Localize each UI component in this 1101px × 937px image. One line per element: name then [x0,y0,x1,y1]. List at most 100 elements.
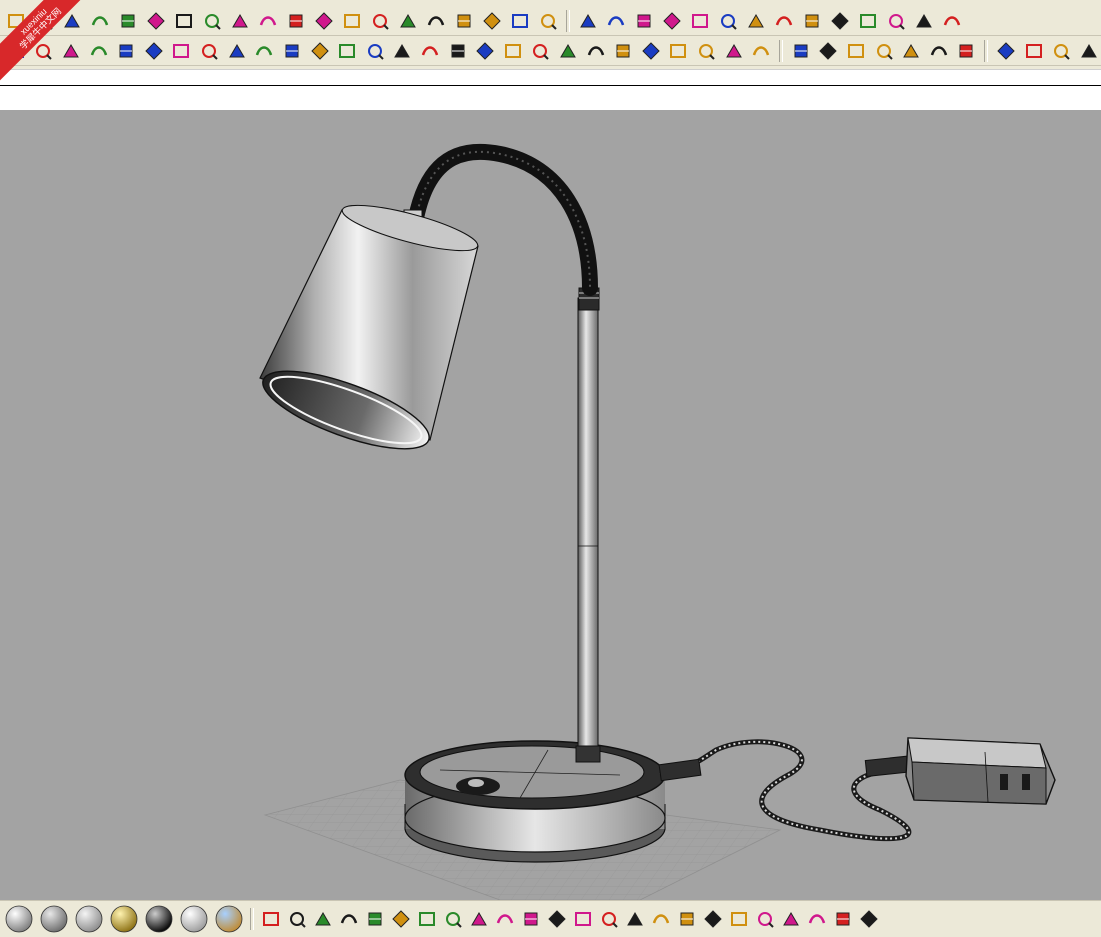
car-side-button[interactable] [660,9,684,33]
red-cylinder-button[interactable] [604,9,628,33]
chrome-material-button[interactable] [2,902,36,936]
cplane-button[interactable] [884,9,908,33]
red-dots-button[interactable] [648,906,674,932]
silver-material-button[interactable] [72,902,106,936]
gold-material-button[interactable] [107,902,141,936]
project-button[interactable] [336,906,362,932]
sky-material-button[interactable] [212,902,246,936]
rail-revolve-button[interactable] [308,39,332,63]
control-points-button[interactable] [622,906,648,932]
explode-button[interactable] [529,39,553,63]
heightfield-button[interactable] [418,39,442,63]
wedge-button[interactable] [726,906,752,932]
transform-button[interactable] [518,906,544,932]
slash-button[interactable] [778,906,804,932]
box-view-button[interactable] [912,9,936,33]
render-sphere-button[interactable] [424,9,448,33]
polyline-button[interactable] [258,906,284,932]
cube-button[interactable] [872,39,896,63]
perspective-viewport[interactable] [0,110,1101,900]
circle-points-button[interactable] [570,906,596,932]
shell-button[interactable] [501,39,525,63]
dimension-button[interactable] [508,9,532,33]
join-button[interactable] [556,39,580,63]
face-frame-button[interactable] [1049,39,1073,63]
offset-surface-button[interactable] [363,39,387,63]
bend-button[interactable] [694,39,718,63]
sweep-button[interactable] [114,39,138,63]
lock-button[interactable] [284,9,308,33]
face-button[interactable] [994,39,1018,63]
command-input[interactable] [4,88,608,108]
car-perspective-button[interactable] [744,9,768,33]
planar-surface-button[interactable] [391,39,415,63]
face-frame-alt-button[interactable] [1077,39,1101,63]
shaded-sphere-button[interactable] [368,9,392,33]
twist-button[interactable] [667,39,691,63]
layer-material-button[interactable] [312,9,336,33]
four-viewports-button[interactable] [116,9,140,33]
network-surface-button[interactable] [252,39,276,63]
glass-material-button[interactable] [177,902,211,936]
object-snap-button[interactable] [200,9,224,33]
align-button[interactable] [940,9,964,33]
ribbon-button[interactable] [752,906,778,932]
printer-button[interactable] [800,9,824,33]
tag-m-button[interactable] [789,39,813,63]
car-rear-button[interactable] [716,9,740,33]
trim-button[interactable] [473,39,497,63]
car-view-button[interactable] [144,9,168,33]
frame-button[interactable] [856,906,882,932]
blend-surface-button[interactable] [197,39,221,63]
taper-button[interactable] [722,39,746,63]
curve-on-surface-button[interactable] [492,906,518,932]
steel-material-button[interactable] [37,902,71,936]
diamond-blue-button[interactable] [414,906,440,932]
flag-button[interactable] [830,906,856,932]
bracket-button[interactable] [674,906,700,932]
red-box-button[interactable] [576,9,600,33]
tag-f-button[interactable] [844,39,868,63]
analyze-button[interactable] [452,9,476,33]
grid-plane-button[interactable] [172,9,196,33]
angle-dimension-button[interactable] [284,906,310,932]
split-surface-button[interactable] [225,39,249,63]
unroll-button[interactable] [446,39,470,63]
undo-view-button[interactable] [88,9,112,33]
help-button[interactable] [536,9,560,33]
loft-button[interactable] [142,39,166,63]
light-bulb-button[interactable] [256,9,280,33]
options-gear-button[interactable] [480,9,504,33]
settings-button[interactable] [749,39,773,63]
sun-button[interactable] [899,39,923,63]
patch-button[interactable] [280,39,304,63]
car-top-button[interactable] [688,9,712,33]
rebuild-button[interactable] [584,39,608,63]
wireframe-sphere-button[interactable] [396,9,420,33]
point-grid-button[interactable] [310,906,336,932]
slope-button[interactable] [440,906,466,932]
tag-o-button[interactable] [817,39,841,63]
split-button[interactable] [466,906,492,932]
flow-button[interactable] [639,39,663,63]
wave-button[interactable] [804,906,830,932]
edge-surface-button[interactable] [335,39,359,63]
point-cloud-button[interactable] [544,906,570,932]
car-front-button[interactable] [632,9,656,33]
fillet-edge-button[interactable] [59,39,83,63]
target-button[interactable] [856,9,880,33]
no-entry-button[interactable] [1022,39,1046,63]
car-explode-button[interactable] [772,9,796,33]
check-surface-button[interactable] [170,39,194,63]
coin-button[interactable] [955,39,979,63]
point-button[interactable] [228,9,252,33]
extract-button[interactable] [596,906,622,932]
curve-button[interactable] [700,906,726,932]
blue-box-button[interactable] [362,906,388,932]
mirror-button[interactable] [388,906,414,932]
black-plastic-material-button[interactable] [142,902,176,936]
color-wheel-button[interactable] [340,9,364,33]
match-surface-button[interactable] [611,39,635,63]
open-folder-button[interactable] [828,9,852,33]
diamond-button[interactable] [927,39,951,63]
